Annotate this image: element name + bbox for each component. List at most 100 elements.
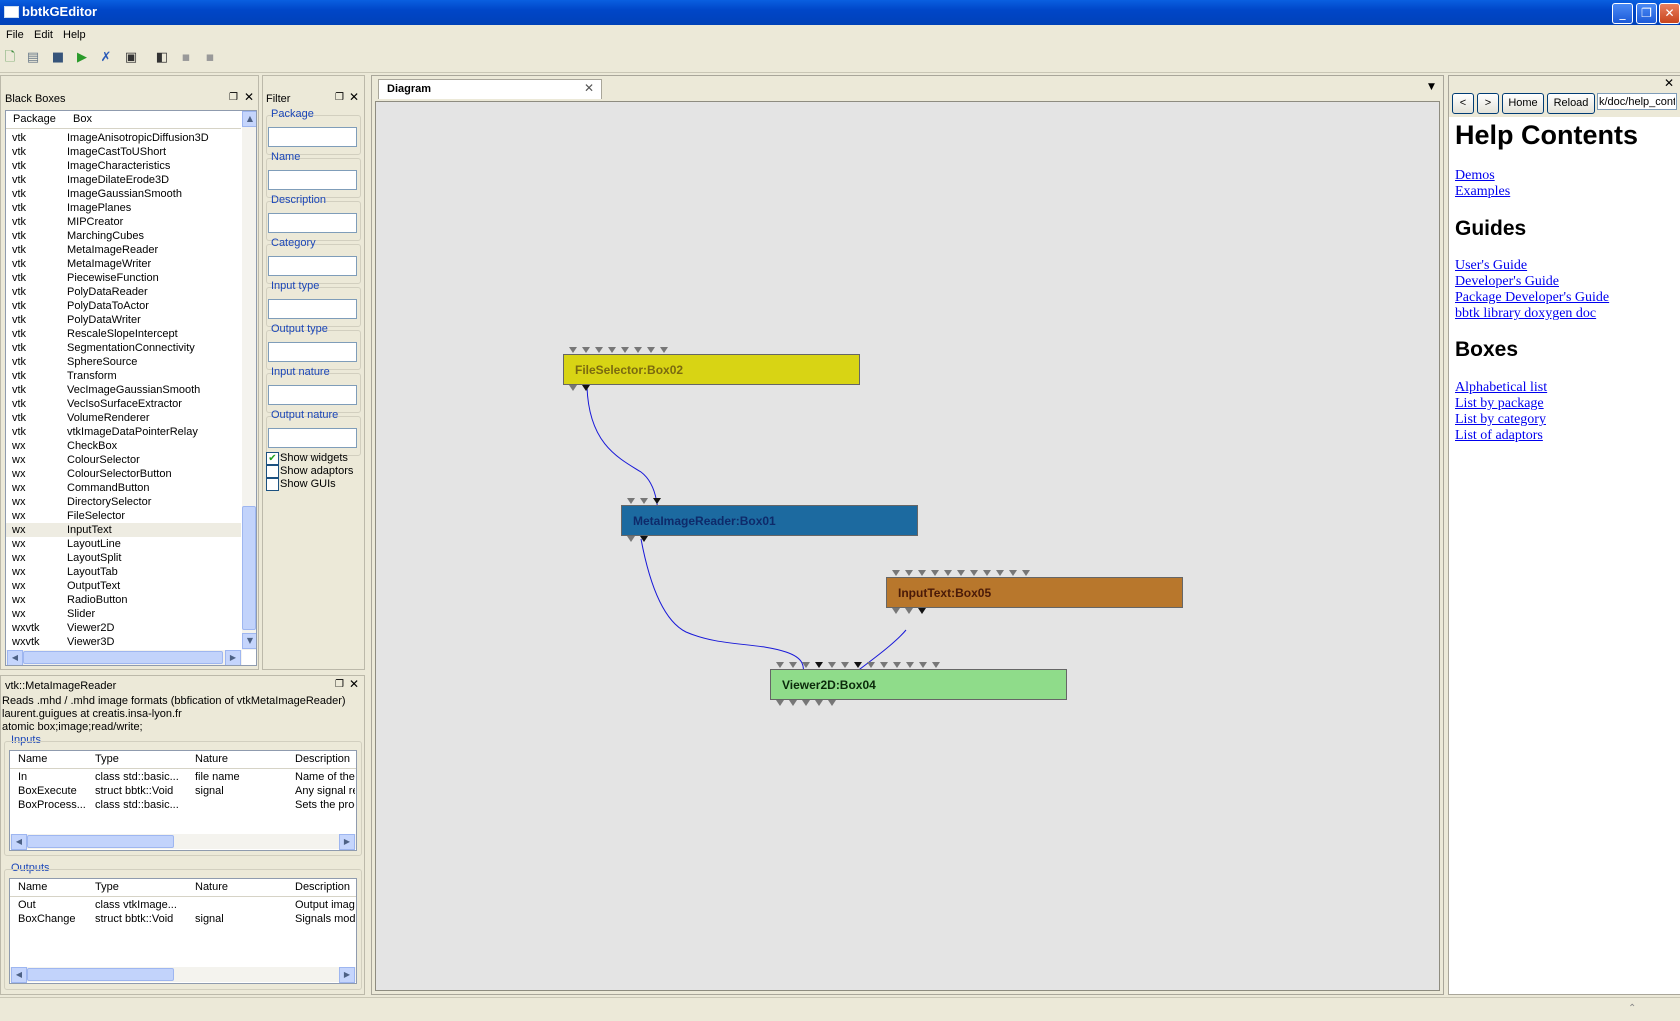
checkbox-icon[interactable]	[266, 465, 279, 478]
col-name[interactable]: Name	[18, 879, 47, 896]
list-item[interactable]: vtk vtkImageDataPointerRelay	[6, 425, 241, 439]
show-widgets-option[interactable]: ✔ Show widgets	[264, 452, 363, 465]
list-item[interactable]: vtk PolyDataReader	[6, 285, 241, 299]
scroll-thumb[interactable]	[242, 506, 256, 630]
list-item[interactable]: vtk VecImageGaussianSmooth	[6, 383, 241, 397]
link-developers-guide[interactable]: Developer's Guide	[1455, 274, 1559, 290]
close-button[interactable]: ✕	[1659, 3, 1680, 24]
link-alphabetical-list[interactable]: Alphabetical list	[1455, 380, 1547, 396]
close-info-icon[interactable]: ✕	[349, 677, 359, 691]
new-diagram-icon[interactable]: 🗋	[3, 51, 17, 65]
col-nature[interactable]: Nature	[195, 879, 228, 896]
table-row[interactable]: Out class vtkImage... Output image	[10, 898, 356, 912]
column-package[interactable]: Package	[13, 111, 56, 128]
link-list-by-category[interactable]: List by category	[1455, 412, 1546, 428]
close-tab-icon[interactable]: ✕	[584, 81, 594, 95]
open-file-icon[interactable]: ▤	[26, 51, 40, 65]
checkbox-checked-icon[interactable]: ✔	[266, 452, 279, 465]
inputs-table[interactable]: Name Type Nature Description In class std…	[9, 750, 357, 851]
list-item[interactable]: vtk VolumeRenderer	[6, 411, 241, 425]
list-item[interactable]: vtk SegmentationConnectivity	[6, 341, 241, 355]
list-item[interactable]: wx InputText	[6, 523, 241, 537]
float-panel-icon[interactable]: ❐	[229, 92, 238, 103]
scroll-up-icon[interactable]: ▲	[242, 111, 256, 127]
settings-icon[interactable]: ▪	[203, 51, 217, 65]
list-item[interactable]: vtk ImageCastToUShort	[6, 145, 241, 159]
filter-input[interactable]	[268, 428, 357, 448]
list-item[interactable]: wx CheckBox	[6, 439, 241, 453]
list-item[interactable]: wx OutputText	[6, 579, 241, 593]
link-examples[interactable]: Examples	[1455, 184, 1510, 200]
scroll-down-icon[interactable]: ▼	[242, 633, 256, 649]
tab-diagram[interactable]: Diagram ✕	[378, 79, 602, 99]
list-item[interactable]: vtk ImageDilateErode3D	[6, 173, 241, 187]
link-list-of-adaptors[interactable]: List of adaptors	[1455, 428, 1543, 444]
scroll-left-icon[interactable]: ◀	[11, 834, 27, 850]
list-item[interactable]: vtk ImageCharacteristics	[6, 159, 241, 173]
output-port-icon[interactable]: ▪	[179, 51, 193, 65]
home-button[interactable]: Home	[1502, 93, 1544, 114]
col-description[interactable]: Description	[295, 751, 350, 768]
filter-input[interactable]	[268, 256, 357, 276]
back-button[interactable]: <	[1452, 93, 1474, 114]
link-doxygen-doc[interactable]: bbtk library doxygen doc	[1455, 306, 1596, 322]
scroll-left-icon[interactable]: ◀	[11, 967, 27, 983]
box-input-text[interactable]: InputText:Box05	[886, 577, 1183, 608]
close-help-icon[interactable]: ✕	[1664, 76, 1674, 90]
vertical-scrollbar[interactable]: ▲ ▼	[242, 111, 256, 650]
table-row[interactable]: In class std::basic... file name Name of th…	[10, 770, 356, 784]
filter-input[interactable]	[268, 299, 357, 319]
show-guis-option[interactable]: Show GUIs	[264, 478, 363, 491]
list-item[interactable]: vtk PolyDataToActor	[6, 299, 241, 313]
filter-input[interactable]	[268, 170, 357, 190]
hscroll-thumb[interactable]	[23, 651, 223, 664]
show-adaptors-option[interactable]: Show adaptors	[264, 465, 363, 478]
filter-input[interactable]	[268, 342, 357, 362]
menu-help[interactable]: Help	[63, 29, 86, 41]
hscroll-thumb[interactable]	[27, 968, 174, 981]
link-demos[interactable]: Demos	[1455, 168, 1495, 184]
forward-button[interactable]: >	[1477, 93, 1499, 114]
horizontal-scrollbar[interactable]: ◀ ▶	[6, 650, 242, 665]
float-info-icon[interactable]: ❐	[335, 679, 344, 690]
list-item[interactable]: vtk Transform	[6, 369, 241, 383]
black-boxes-list[interactable]: Package Box vtk ImageAnisotropicDiffusion…	[5, 110, 257, 666]
table-row[interactable]: BoxChange struct bbtk::Void signal Signals …	[10, 912, 356, 926]
url-input[interactable]	[1597, 93, 1677, 110]
list-item[interactable]: wx RadioButton	[6, 593, 241, 607]
list-item[interactable]: wx DirectorySelector	[6, 495, 241, 509]
scroll-left-icon[interactable]: ◀	[7, 650, 23, 665]
list-item[interactable]: vtk MetaImageReader	[6, 243, 241, 257]
list-item[interactable]: vtk PiecewiseFunction	[6, 271, 241, 285]
list-item[interactable]: vtk ImageAnisotropicDiffusion3D	[6, 131, 241, 145]
list-item[interactable]: vtk MetaImageWriter	[6, 257, 241, 271]
scroll-right-icon[interactable]: ▶	[339, 967, 355, 983]
outputs-table[interactable]: Name Type Nature Description Out class vt…	[9, 878, 357, 984]
list-item[interactable]: wxvtk Viewer3D	[6, 635, 241, 649]
checkbox-icon[interactable]	[266, 478, 279, 491]
list-item[interactable]: vtk VecIsoSurfaceExtractor	[6, 397, 241, 411]
outputs-hscroll[interactable]: ◀ ▶	[10, 967, 356, 983]
col-description[interactable]: Description	[295, 879, 350, 896]
menu-edit[interactable]: Edit	[34, 29, 53, 41]
list-item[interactable]: vtk ImageGaussianSmooth	[6, 187, 241, 201]
list-item[interactable]: vtk PolyDataWriter	[6, 313, 241, 327]
list-item[interactable]: wxvtk Viewer2D	[6, 621, 241, 635]
table-row[interactable]: BoxExecute struct bbtk::Void signal Any sig…	[10, 784, 356, 798]
filter-input[interactable]	[268, 213, 357, 233]
table-row[interactable]: BoxProcess... class std::basic... Sets the…	[10, 798, 356, 812]
list-item[interactable]: vtk MarchingCubes	[6, 229, 241, 243]
col-nature[interactable]: Nature	[195, 751, 228, 768]
input-port-icon[interactable]: ◧	[155, 51, 169, 65]
run-icon[interactable]: ▶	[75, 51, 89, 65]
box-viewer2d[interactable]: Viewer2D:Box04	[770, 669, 1067, 700]
title-bar[interactable]: bbtkGEditor _ ❐ ✕	[0, 0, 1680, 25]
delete-icon[interactable]: ✗	[99, 51, 113, 65]
list-item[interactable]: wx CommandButton	[6, 481, 241, 495]
scroll-right-icon[interactable]: ▶	[225, 650, 241, 665]
list-item[interactable]: wx ColourSelectorButton	[6, 467, 241, 481]
link-users-guide[interactable]: User's Guide	[1455, 258, 1527, 274]
box-file-selector[interactable]: FileSelector:Box02	[563, 354, 860, 385]
filter-input[interactable]	[268, 127, 357, 147]
save-icon[interactable]: ■	[51, 51, 65, 65]
